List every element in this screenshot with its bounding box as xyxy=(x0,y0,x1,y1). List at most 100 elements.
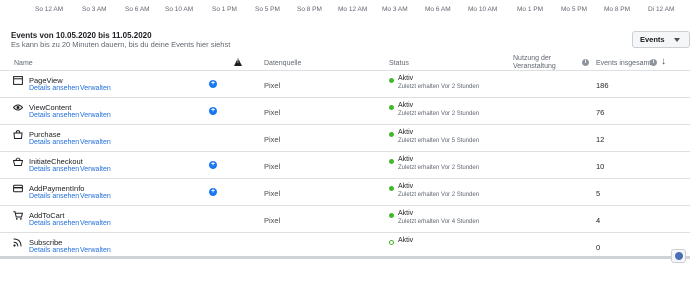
last-received: Zuletzt erhalten Vor 2 Stunden xyxy=(398,165,480,171)
timeline-tick: So 6 AM xyxy=(125,6,150,13)
table-header: Name Datenquelle Status Nutzung der Vera… xyxy=(0,55,690,71)
last-received: Zuletzt erhalten Vor 5 Stunden xyxy=(398,138,480,144)
data-source: Pixel xyxy=(264,216,281,225)
data-source: Pixel xyxy=(264,135,281,144)
data-source: Pixel xyxy=(264,162,281,171)
timeline-tick: So 10 AM xyxy=(165,6,194,13)
details-link[interactable]: Details ansehen xyxy=(29,85,79,92)
details-link[interactable]: Details ansehen xyxy=(29,247,79,254)
manage-link[interactable]: Verwalten xyxy=(80,166,111,173)
data-source: Pixel xyxy=(264,108,281,117)
event-total: 186 xyxy=(596,81,609,90)
bottom-frame xyxy=(0,256,690,293)
event-total: 10 xyxy=(596,162,605,171)
info-icon[interactable]: i xyxy=(650,59,657,66)
timeline-tick: Mo 12 AM xyxy=(338,6,368,13)
page-subtitle: Es kann bis zu 20 Minuten dauern, bis du… xyxy=(11,40,231,49)
status-dot-icon xyxy=(389,213,394,218)
add-icon[interactable]: + xyxy=(209,161,217,169)
last-received: Zuletzt erhalten Vor 4 Stunden xyxy=(398,219,480,225)
page-icon xyxy=(13,76,23,85)
column-header-total[interactable]: Events insgesamt xyxy=(596,60,651,67)
status-dot-icon xyxy=(389,159,394,164)
last-received: Zuletzt erhalten Vor 2 Stunden xyxy=(398,84,480,90)
table-row: AddToCart Details ansehen Verwalten Pixe… xyxy=(0,206,690,233)
status-dot-icon xyxy=(389,240,394,245)
status-dot-icon xyxy=(389,132,394,137)
event-name: PageView xyxy=(29,76,63,85)
event-name: Subscribe xyxy=(29,238,63,247)
timeline-tick: So 3 AM xyxy=(82,6,107,13)
event-name: AddPaymentInfo xyxy=(29,184,85,193)
column-header-usage[interactable]: Nutzung der Veranstaltung xyxy=(513,55,573,70)
timeline-tick: So 1 PM xyxy=(212,6,237,13)
manage-link[interactable]: Verwalten xyxy=(80,139,111,146)
page-title: Events von 10.05.2020 bis 11.05.2020 xyxy=(11,31,152,40)
add-icon[interactable]: + xyxy=(209,188,217,196)
rss-icon xyxy=(13,238,22,247)
status-text: Aktiv xyxy=(398,183,414,190)
cart-icon xyxy=(13,211,23,220)
details-link[interactable]: Details ansehen xyxy=(29,112,79,119)
timeline-tick: Di 12 AM xyxy=(648,6,675,13)
event-total: 76 xyxy=(596,108,605,117)
event-total: 5 xyxy=(596,189,601,198)
add-icon[interactable]: + xyxy=(209,107,217,115)
timeline-tick: So 5 PM xyxy=(255,6,280,13)
shopping-bag-icon xyxy=(13,130,23,139)
last-received: Zuletzt erhalten Vor 2 Stunden xyxy=(398,192,480,198)
manage-link[interactable]: Verwalten xyxy=(80,247,111,254)
timeline-axis: So 12 AM So 3 AM So 6 AM So 10 AM So 1 P… xyxy=(0,0,690,24)
status-text: Aktiv xyxy=(398,102,414,109)
warning-icon[interactable] xyxy=(234,58,242,66)
timeline-tick: Mo 1 PM xyxy=(517,6,544,13)
timeline-tick: Mo 5 PM xyxy=(561,6,588,13)
details-link[interactable]: Details ansehen xyxy=(29,139,79,146)
timeline-tick: So 8 PM xyxy=(297,6,322,13)
event-total: 4 xyxy=(596,216,601,225)
event-total: 12 xyxy=(596,135,605,144)
globe-icon xyxy=(675,252,683,260)
status-text: Aktiv xyxy=(398,156,414,163)
manage-link[interactable]: Verwalten xyxy=(80,193,111,200)
events-button-label: Events xyxy=(640,35,665,44)
info-icon[interactable]: i xyxy=(582,59,589,66)
chevron-down-icon xyxy=(674,38,680,42)
details-link[interactable]: Details ansehen xyxy=(29,166,79,173)
manage-link[interactable]: Verwalten xyxy=(80,85,111,92)
table-row: AddPaymentInfo Details ansehen Verwalten… xyxy=(0,179,690,206)
sort-descending-icon[interactable]: ↓ xyxy=(661,57,666,67)
status-dot-icon xyxy=(389,78,394,83)
basket-icon xyxy=(13,157,23,166)
table-row: Purchase Details ansehen Verwalten Pixel… xyxy=(0,125,690,152)
credit-card-icon xyxy=(13,184,23,193)
manage-link[interactable]: Verwalten xyxy=(80,220,111,227)
timeline-tick: Mo 3 AM xyxy=(382,6,408,13)
data-source: Pixel xyxy=(264,81,281,90)
events-header: Events von 10.05.2020 bis 11.05.2020 Es … xyxy=(0,24,690,58)
status-dot-icon xyxy=(389,186,394,191)
help-button[interactable] xyxy=(671,249,686,263)
timeline-tick: Mo 10 AM xyxy=(468,6,498,13)
data-source: Pixel xyxy=(264,189,281,198)
details-link[interactable]: Details ansehen xyxy=(29,220,79,227)
table-row: InitiateCheckout Details ansehen Verwalt… xyxy=(0,152,690,179)
event-name: Purchase xyxy=(29,130,61,139)
event-name: ViewContent xyxy=(29,103,72,112)
event-total: 0 xyxy=(596,243,601,252)
status-text: Aktiv xyxy=(398,75,414,82)
manage-link[interactable]: Verwalten xyxy=(80,112,111,119)
column-header-source[interactable]: Datenquelle xyxy=(264,60,301,67)
last-received: Zuletzt erhalten Vor 2 Stunden xyxy=(398,111,480,117)
timeline-tick: Mo 8 PM xyxy=(604,6,631,13)
column-header-name[interactable]: Name xyxy=(14,60,33,67)
details-link[interactable]: Details ansehen xyxy=(29,193,79,200)
status-dot-icon xyxy=(389,105,394,110)
status-text: Aktiv xyxy=(398,237,414,244)
event-name: InitiateCheckout xyxy=(29,157,83,166)
timeline-tick: Mo 6 AM xyxy=(425,6,451,13)
add-icon[interactable]: + xyxy=(209,80,217,88)
events-dropdown-button[interactable]: Events xyxy=(632,31,690,48)
column-header-status[interactable]: Status xyxy=(389,60,409,67)
event-name: AddToCart xyxy=(29,211,65,220)
